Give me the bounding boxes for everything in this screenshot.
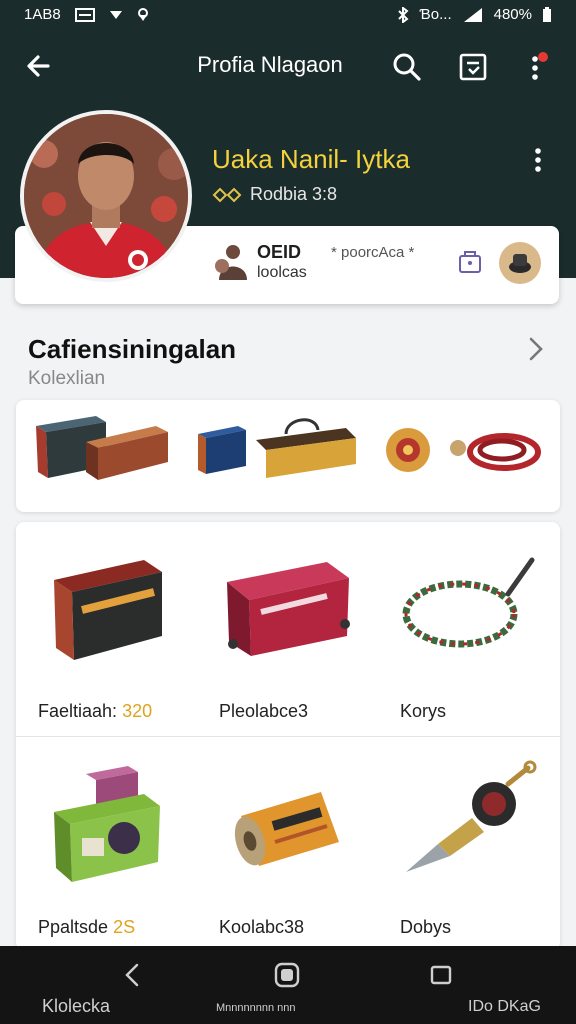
profile-name: Uaka Nanil- Iytka [212, 144, 410, 174]
item-image [227, 562, 350, 656]
battery-percent: 480% [493, 6, 532, 23]
profile-subtitle-row: Rodbia 3:8 [212, 184, 337, 205]
badge-icon [212, 187, 242, 202]
collection-item[interactable]: Pleolabce3 [197, 522, 378, 732]
collection-preview-strip[interactable] [16, 400, 560, 512]
item-label: Faeltiaah: 320 [38, 701, 153, 721]
preview-medallion [386, 428, 430, 472]
status-bar: 1AB8 Ɓo... 480% [0, 0, 576, 30]
page-title: Profia Nlagaon [197, 52, 343, 77]
bag-button[interactable] [455, 246, 485, 276]
item-image [406, 760, 537, 872]
wifi-small-icon [109, 10, 122, 19]
section-open-button[interactable] [526, 336, 546, 362]
nav-right-label: IDo DKaG [468, 998, 541, 1015]
preview-box-blue [198, 426, 246, 474]
menu-button[interactable] [520, 50, 554, 84]
signal-icon [463, 7, 482, 22]
collection-grid: Faeltiaah: 320 Pleolabce3 Korys Ppaltsde… [16, 522, 560, 950]
more-vert-icon [532, 52, 548, 80]
edit-icon [459, 53, 487, 81]
stat-label-primary: OEID [257, 242, 302, 262]
more-vert-icon [535, 148, 541, 172]
nav-home-button[interactable] [272, 960, 302, 990]
back-nav-icon [125, 963, 139, 987]
collection-item[interactable]: Ppaltsde 2S [16, 738, 197, 948]
emblem-button[interactable] [499, 242, 541, 284]
nav-center-label: Mnnnnnnnn nnn [216, 1002, 296, 1014]
emblem-icon [509, 254, 531, 273]
item-image [234, 792, 339, 866]
collection-item[interactable]: Korys [378, 522, 559, 732]
item-image [54, 560, 162, 660]
battery-icon [543, 6, 551, 22]
collection-item[interactable]: Dobys [378, 738, 559, 948]
bluetooth-icon [398, 6, 409, 23]
collector-icon [215, 245, 247, 280]
collection-item[interactable]: Koolabc38 [197, 738, 378, 948]
item-image [402, 557, 535, 648]
bag-icon [459, 251, 481, 273]
grid-divider [16, 736, 560, 737]
profile-avatar[interactable] [20, 110, 192, 282]
back-arrow-icon [27, 55, 50, 77]
preview-case-yellow [256, 418, 356, 478]
item-label: Koolabc38 [219, 917, 305, 937]
item-image [54, 766, 160, 882]
profile-more-button[interactable] [528, 146, 548, 174]
location-icon [137, 7, 148, 21]
system-navigation-bar: Klolecka Mnnnnnnnn nnn IDo DKaG [0, 946, 576, 1024]
avatar-image [24, 114, 188, 278]
nav-left-label: Klolecka [42, 996, 111, 1016]
home-nav-icon [274, 962, 300, 988]
nav-recents-button[interactable] [426, 960, 456, 990]
section-title: Cafiensiningalan [28, 334, 237, 364]
item-label: Korys [400, 701, 447, 721]
edit-button[interactable] [456, 50, 490, 84]
status-time: 1AB8 [24, 6, 61, 23]
message-icon [74, 7, 95, 22]
preview-items [36, 416, 541, 480]
item-label: Dobys [400, 917, 452, 937]
back-button[interactable] [22, 48, 58, 84]
search-button[interactable] [390, 50, 424, 84]
nav-back-button[interactable] [118, 960, 148, 990]
status-carrier: Ɓo... [419, 6, 452, 23]
chevron-right-icon [529, 337, 543, 361]
top-app-bar: Profia Nlagaon [0, 38, 576, 94]
profile-subtitle: Rodbia 3:8 [250, 184, 338, 204]
recents-nav-icon [430, 965, 452, 985]
stat-tag: * poorcAca * [331, 244, 415, 261]
collection-item[interactable]: Faeltiaah: 320 [16, 522, 197, 732]
item-label: Ppaltsde 2S [38, 917, 136, 937]
stat-label-secondary: loolcas [257, 264, 307, 281]
section-subtitle: Kolexlian [28, 368, 106, 389]
item-label: Pleolabce3 [219, 701, 309, 721]
search-icon [393, 53, 421, 81]
preview-rope [450, 433, 541, 471]
